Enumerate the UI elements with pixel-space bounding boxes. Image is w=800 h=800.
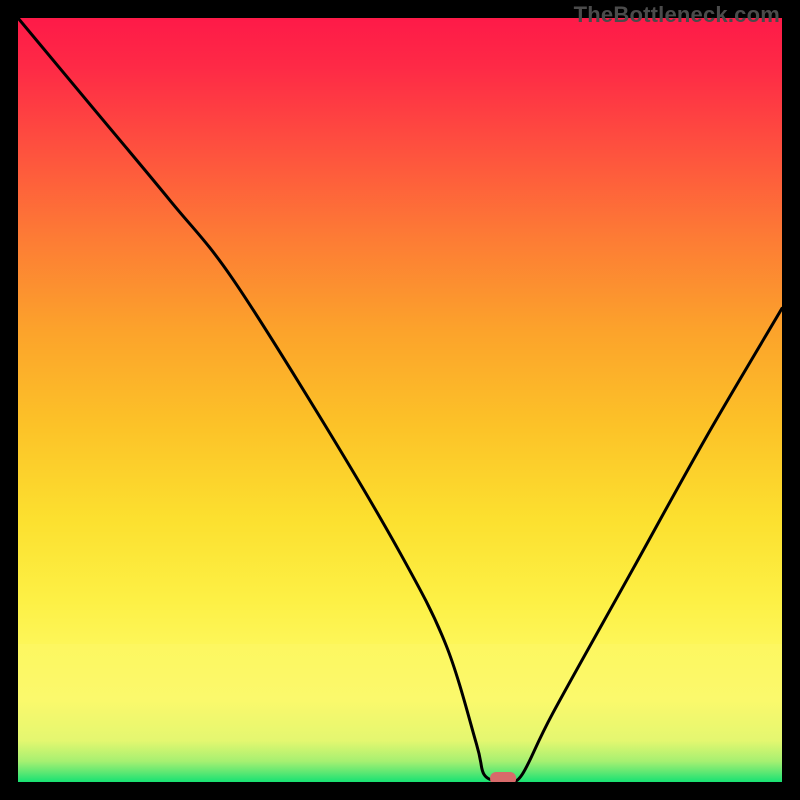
minimum-marker [490,772,516,782]
plot-svg [18,18,782,782]
plot-area [18,18,782,782]
gradient-bottom [18,644,782,782]
chart-frame: TheBottleneck.com [0,0,800,800]
